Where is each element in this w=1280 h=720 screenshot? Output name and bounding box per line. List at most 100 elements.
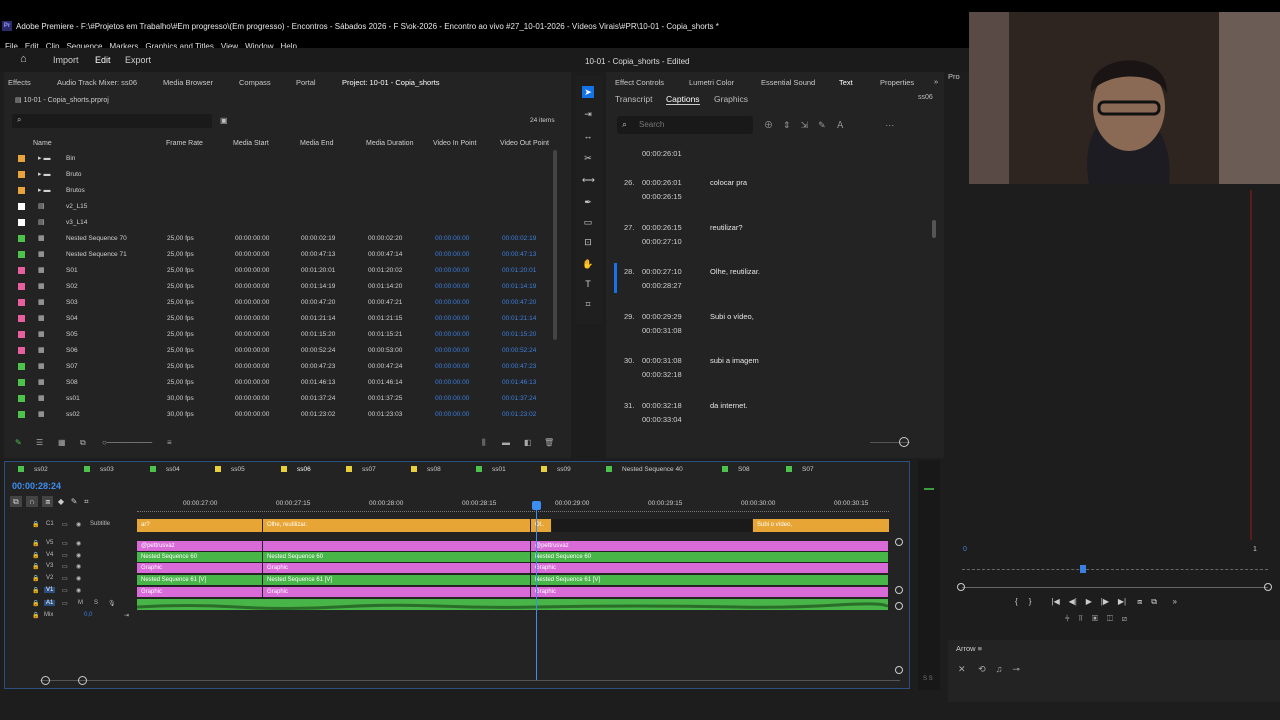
program-tab[interactable]: Pro [948,72,966,86]
track-scroll-handle[interactable] [895,586,903,594]
tab-effects[interactable]: Effects [8,78,31,87]
sequence-tab-ss02[interactable]: ss02 [18,466,48,473]
nest-icon[interactable]: ⧉ [10,496,22,507]
project-item-row[interactable]: ▦ Nested Sequence 70 25,00 fps 00:00:00:00 0… [10,231,555,247]
project-item-row[interactable]: ▦ S03 25,00 fps 00:00:00:00 00:00:47:20 00:00… [10,295,555,311]
captions-track-icon[interactable]: ⌗ [84,497,89,506]
zoom-bar-left-handle[interactable] [957,583,965,591]
lock-icon[interactable]: 🔒 [32,540,39,547]
project-item-row[interactable]: ▸ ▬ Bin [10,151,555,167]
label-color-swatch[interactable] [18,299,25,306]
icon-view-icon[interactable]: ▦ [58,438,66,447]
track-name[interactable]: V1 [44,587,56,593]
label-color-swatch[interactable] [18,347,25,354]
v2-clip[interactable]: Nested Sequence 61 [V] [263,575,530,585]
sort-icon[interactable]: ≡ [167,438,172,447]
project-item-row[interactable]: ▦ Nested Sequence 71 25,00 fps 00:00:00:00 0… [10,247,555,263]
sequence-tab-ss09[interactable]: ss09 [541,466,571,473]
label-color-swatch[interactable] [18,267,25,274]
v4-clip[interactable]: Nested Sequence 60 [263,552,530,562]
mute-button[interactable]: M [78,600,83,606]
caption-entry[interactable]: 28. 00:00:27:10 00:00:28:27 Olhe, reutiliza… [612,259,937,303]
v2-clip[interactable]: Nested Sequence 61 [V] [531,575,888,585]
timeline-playhead[interactable] [536,504,537,680]
go-to-out-icon[interactable]: ▶| [1118,597,1126,606]
rectangle-icon[interactable]: ▭ [582,216,594,228]
timeline-zoom-left-handle[interactable] [41,676,50,685]
sequence-tab-ss07[interactable]: ss07 [346,466,376,473]
caption-icon[interactable]: ⌗ [582,298,594,310]
tab-portal[interactable]: Portal [296,78,316,87]
sync-icon[interactable]: ▭ [62,575,68,582]
overwrite-icon[interactable]: ⧉ [1151,597,1157,606]
col-frame-rate[interactable]: Frame Rate [166,140,203,147]
automate-icon[interactable]: ⫼ [482,438,486,448]
program-ruler[interactable] [962,569,1268,573]
label-color-swatch[interactable] [18,315,25,322]
marker-icon[interactable]: ⊸ [1012,664,1020,674]
edit-caption-icon[interactable]: ✎ [818,120,826,130]
caption-text[interactable]: colocar pra [710,178,747,187]
merge-caption-icon[interactable]: ⇲ [801,120,809,130]
a1-audio-clip[interactable] [136,599,890,610]
step-back-icon[interactable]: ◀| [1069,597,1077,606]
sequence-tab-ss06[interactable]: ss06 [281,466,311,473]
add-caption-icon[interactable]: ⊕ [764,120,773,130]
track-name[interactable]: A1 [44,600,56,606]
more-options-icon[interactable]: ⋯ [885,120,894,130]
import-tab[interactable]: Import [53,55,79,65]
label-color-swatch[interactable] [18,171,25,178]
sync-icon[interactable]: ▭ [62,587,68,594]
lock-icon[interactable]: 🔒 [32,587,39,594]
go-to-in-icon[interactable]: |◀ [1051,597,1059,606]
add-marker-icon[interactable]: ◆ [58,497,64,506]
tab-lumetri[interactable]: Lumetri Color [689,78,734,87]
track-select-icon[interactable]: ⇥ [582,108,594,120]
sync-icon[interactable]: ▭ [62,552,68,559]
play-icon[interactable]: ▶ [1086,597,1092,606]
mark-out-icon[interactable]: } [1029,597,1032,606]
mix-value[interactable]: 0,0 [84,612,92,618]
v2-clip[interactable]: Nested Sequence 61 [V] [137,575,262,585]
project-item-row[interactable]: ▤ v3_L14 [10,215,555,231]
audio-meter-solo[interactable]: S S [923,676,933,682]
lift-icon[interactable]: ⫩ [1065,614,1070,623]
tab-compass[interactable]: Compass [239,78,271,87]
col-media-start[interactable]: Media Start [233,140,269,147]
col-video-in[interactable]: Video In Point [433,140,476,147]
split-caption-icon[interactable]: ⇕ [783,120,791,130]
edit-tab[interactable]: Edit [95,55,111,65]
v4-clip[interactable]: Nested Sequence 60 [137,552,262,562]
project-item-row[interactable]: ▦ ss02 30,00 fps 00:00:00:00 00:01:23:02 00:0… [10,407,555,423]
caption-entry[interactable]: 31. 00:00:32:18 00:00:33:04 da internet. [612,393,937,437]
program-playhead[interactable] [1080,565,1086,573]
subtitle-clip[interactable]: ar? [137,519,262,532]
tab-captions[interactable]: Captions [666,94,700,105]
lock-icon[interactable]: 🔒 [32,612,39,619]
caption-zoom-handle[interactable] [899,437,909,447]
v1-clip[interactable]: Graphic [531,587,888,597]
captions-search-input[interactable]: ⌕ Search [617,116,753,134]
v3-clip[interactable]: Graphic [263,563,530,573]
label-color-swatch[interactable] [18,203,25,210]
slip-icon[interactable]: ⟷ [582,174,595,186]
proxy-icon[interactable]: ⧄ [1122,614,1127,623]
label-color-swatch[interactable] [18,219,25,226]
new-bin-icon[interactable]: ▣ [220,116,228,125]
mix-arrow-icon[interactable]: ⇥ [124,612,129,619]
zoom-bar-right-handle[interactable] [1264,583,1272,591]
project-item-row[interactable]: ▦ S06 25,00 fps 00:00:00:00 00:00:52:24 00:00… [10,343,555,359]
toggle-icon[interactable]: ▭ [62,521,68,528]
type-icon[interactable]: T [582,278,594,290]
project-item-row[interactable]: ▦ S02 25,00 fps 00:00:00:00 00:01:14:19 00:00… [10,279,555,295]
tab-text[interactable]: Text [839,78,853,87]
caption-text[interactable]: subi a imagem [710,356,759,365]
eye-icon[interactable]: ◉ [76,540,81,547]
sequence-tab-ss05[interactable]: ss05 [215,466,245,473]
v5-clip[interactable] [263,541,530,551]
v3-clip[interactable]: Graphic [137,563,262,573]
insert-icon[interactable]: ⧈ [1137,597,1142,606]
label-color-swatch[interactable] [18,283,25,290]
sync-icon[interactable]: ▭ [62,563,68,570]
label-color-swatch[interactable] [18,379,25,386]
